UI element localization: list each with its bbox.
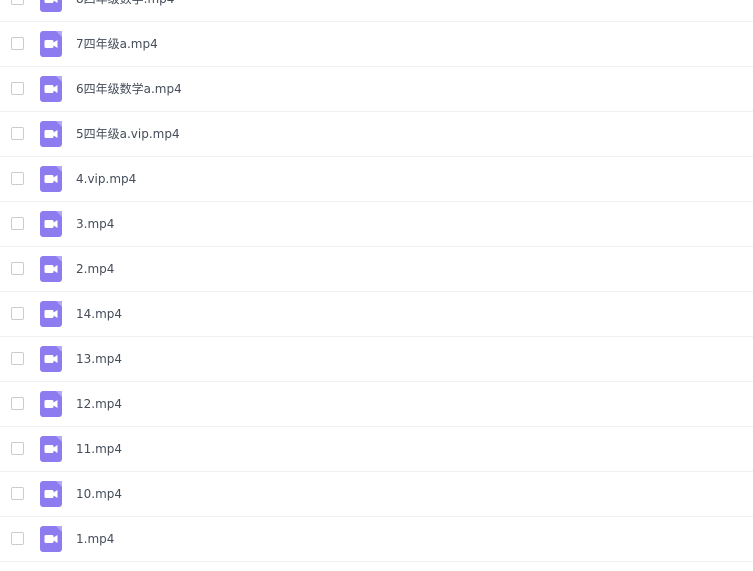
video-file-icon: [40, 526, 62, 552]
file-row[interactable]: 7四年级a.mp4: [0, 22, 753, 67]
file-name[interactable]: 7四年级a.mp4: [76, 35, 158, 53]
video-file-icon: [40, 166, 62, 192]
file-name[interactable]: 5四年级a.vip.mp4: [76, 125, 180, 143]
file-name[interactable]: 11.mp4: [76, 440, 122, 458]
file-name[interactable]: 3.mp4: [76, 215, 114, 233]
file-row[interactable]: 6四年级数学a.mp4: [0, 67, 753, 112]
row-checkbox[interactable]: [11, 442, 24, 455]
row-checkbox[interactable]: [11, 127, 24, 140]
video-file-icon: [40, 301, 62, 327]
file-row[interactable]: 1.mp4: [0, 517, 753, 562]
file-row[interactable]: 2.mp4: [0, 247, 753, 292]
file-name[interactable]: 10.mp4: [76, 485, 122, 503]
row-checkbox[interactable]: [11, 532, 24, 545]
video-file-icon: [40, 481, 62, 507]
file-name[interactable]: 14.mp4: [76, 305, 122, 323]
file-row[interactable]: 8四年级数学.mp4: [0, 0, 753, 22]
row-checkbox[interactable]: [11, 172, 24, 185]
file-name[interactable]: 6四年级数学a.mp4: [76, 80, 182, 98]
row-checkbox[interactable]: [11, 82, 24, 95]
file-name[interactable]: 13.mp4: [76, 350, 122, 368]
file-name[interactable]: 1.mp4: [76, 530, 114, 548]
file-row[interactable]: 3.mp4: [0, 202, 753, 247]
video-file-icon: [40, 256, 62, 282]
file-row[interactable]: 4.vip.mp4: [0, 157, 753, 202]
video-file-icon: [40, 346, 62, 372]
file-row[interactable]: 11.mp4: [0, 427, 753, 472]
video-file-icon: [40, 31, 62, 57]
video-file-icon: [40, 76, 62, 102]
row-checkbox[interactable]: [11, 487, 24, 500]
row-checkbox[interactable]: [11, 397, 24, 410]
file-list: 8四年级数学.mp4 7四年级a.mp4 6四年级数学a.mp4 5四年级a.v…: [0, 0, 753, 562]
file-row[interactable]: 13.mp4: [0, 337, 753, 382]
row-checkbox[interactable]: [11, 37, 24, 50]
file-name[interactable]: 8四年级数学.mp4: [76, 0, 174, 8]
file-row[interactable]: 12.mp4: [0, 382, 753, 427]
row-checkbox[interactable]: [11, 307, 24, 320]
video-file-icon: [40, 121, 62, 147]
row-checkbox[interactable]: [11, 262, 24, 275]
file-name[interactable]: 4.vip.mp4: [76, 170, 136, 188]
row-checkbox[interactable]: [11, 352, 24, 365]
video-file-icon: [40, 211, 62, 237]
video-file-icon: [40, 0, 62, 12]
file-row[interactable]: 14.mp4: [0, 292, 753, 337]
file-row[interactable]: 5四年级a.vip.mp4: [0, 112, 753, 157]
video-file-icon: [40, 391, 62, 417]
file-row[interactable]: 10.mp4: [0, 472, 753, 517]
file-name[interactable]: 2.mp4: [76, 260, 114, 278]
row-checkbox[interactable]: [11, 217, 24, 230]
file-name[interactable]: 12.mp4: [76, 395, 122, 413]
video-file-icon: [40, 436, 62, 462]
row-checkbox[interactable]: [11, 0, 24, 5]
